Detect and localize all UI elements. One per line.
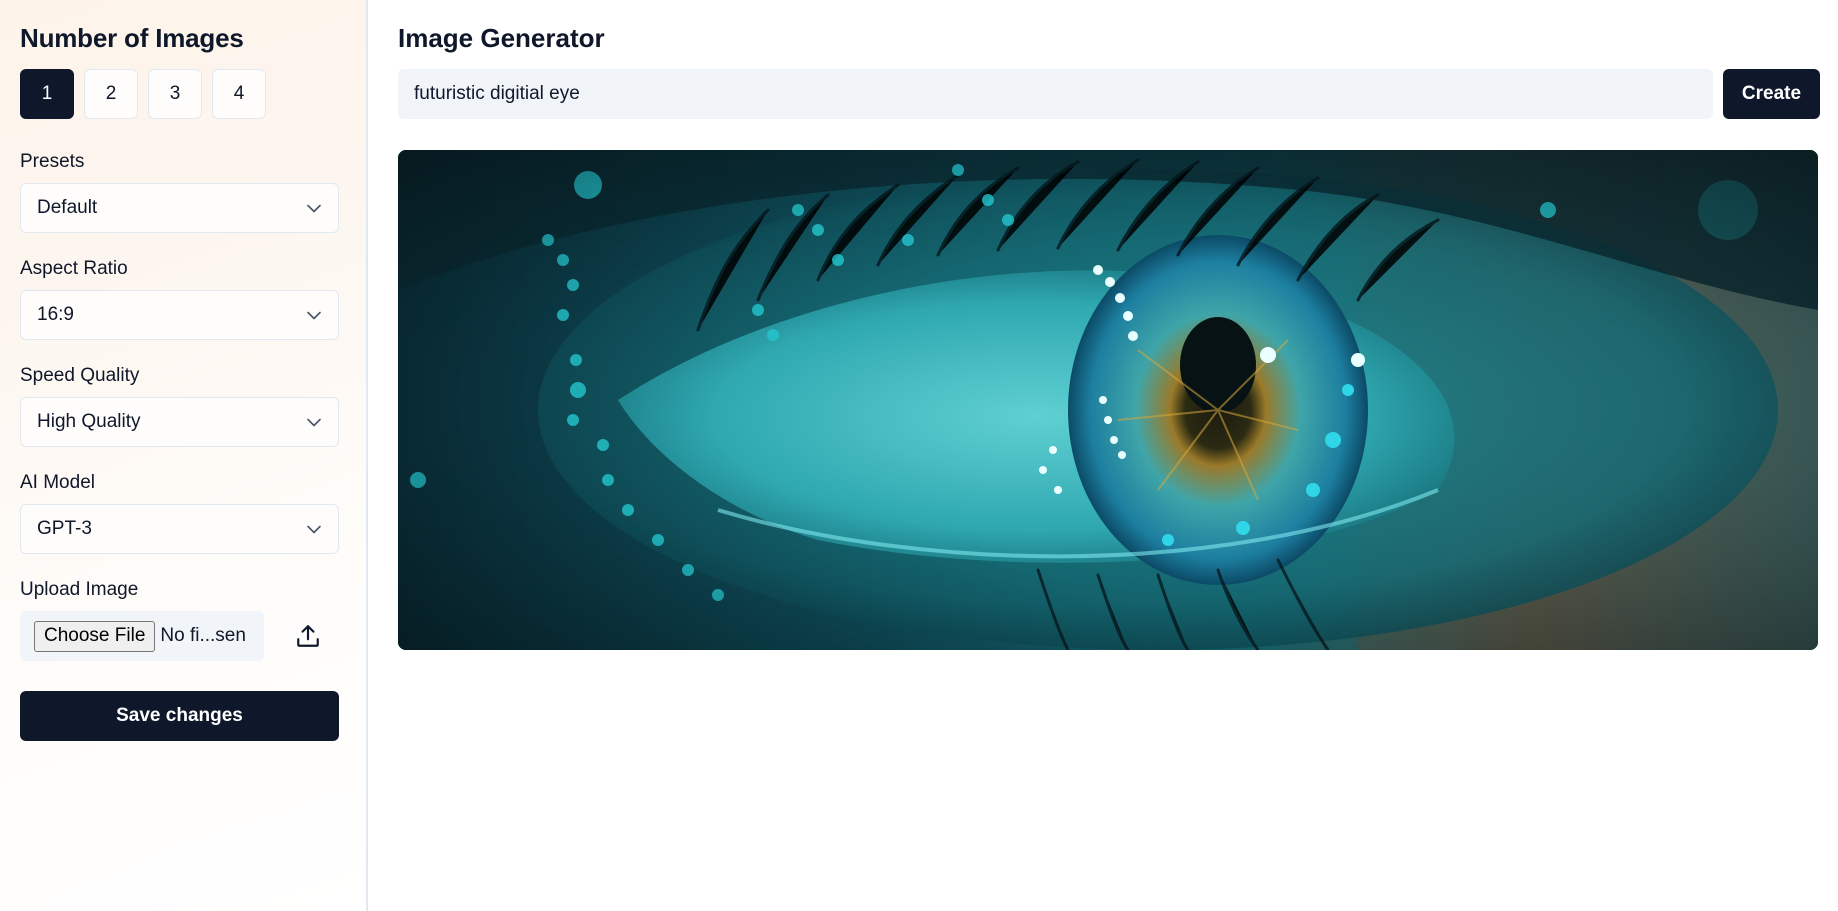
aspect-ratio-label: Aspect Ratio bbox=[20, 258, 128, 279]
presets-select[interactable]: Default bbox=[20, 183, 339, 233]
speed-quality-label: Speed Quality bbox=[20, 365, 140, 386]
ai-model-value: GPT-3 bbox=[37, 518, 92, 539]
file-input[interactable]: Choose File No fi...sen bbox=[20, 611, 264, 661]
presets-value: Default bbox=[37, 197, 98, 218]
presets-label: Presets bbox=[20, 151, 85, 172]
sidebar-title: Number of Images bbox=[20, 23, 244, 53]
main-panel: Image Generator Create bbox=[368, 0, 1838, 911]
count-button-4[interactable]: 4 bbox=[212, 69, 266, 119]
prompt-input[interactable] bbox=[398, 69, 1713, 119]
chevron-down-icon bbox=[306, 521, 322, 537]
count-button-3[interactable]: 3 bbox=[148, 69, 202, 119]
save-changes-button[interactable]: Save changes bbox=[20, 691, 339, 741]
page-title: Image Generator bbox=[398, 23, 605, 53]
speed-quality-select[interactable]: High Quality bbox=[20, 397, 339, 447]
upload-icon[interactable] bbox=[295, 623, 321, 649]
file-status-text: No fi...sen bbox=[160, 625, 246, 646]
ai-model-select[interactable]: GPT-3 bbox=[20, 504, 339, 554]
chevron-down-icon bbox=[306, 414, 322, 430]
prompt-row: Create bbox=[398, 69, 1820, 119]
aspect-ratio-select[interactable]: 16:9 bbox=[20, 290, 339, 340]
chevron-down-icon bbox=[306, 200, 322, 216]
upload-row: Choose File No fi...sen bbox=[20, 611, 346, 661]
settings-sidebar: Number of Images 1 2 3 4 Presets Default… bbox=[0, 0, 368, 911]
create-button[interactable]: Create bbox=[1723, 69, 1820, 119]
choose-file-button[interactable]: Choose File bbox=[34, 620, 156, 652]
count-button-1[interactable]: 1 bbox=[20, 69, 74, 119]
aspect-ratio-value: 16:9 bbox=[37, 304, 74, 325]
speed-quality-value: High Quality bbox=[37, 411, 141, 432]
app-root: Number of Images 1 2 3 4 Presets Default… bbox=[0, 0, 1838, 911]
generated-image bbox=[398, 150, 1818, 650]
eye-illustration bbox=[398, 150, 1818, 650]
upload-image-label: Upload Image bbox=[20, 579, 139, 600]
image-count-selector: 1 2 3 4 bbox=[20, 69, 346, 119]
count-button-2[interactable]: 2 bbox=[84, 69, 138, 119]
chevron-down-icon bbox=[306, 307, 322, 323]
ai-model-label: AI Model bbox=[20, 472, 95, 493]
